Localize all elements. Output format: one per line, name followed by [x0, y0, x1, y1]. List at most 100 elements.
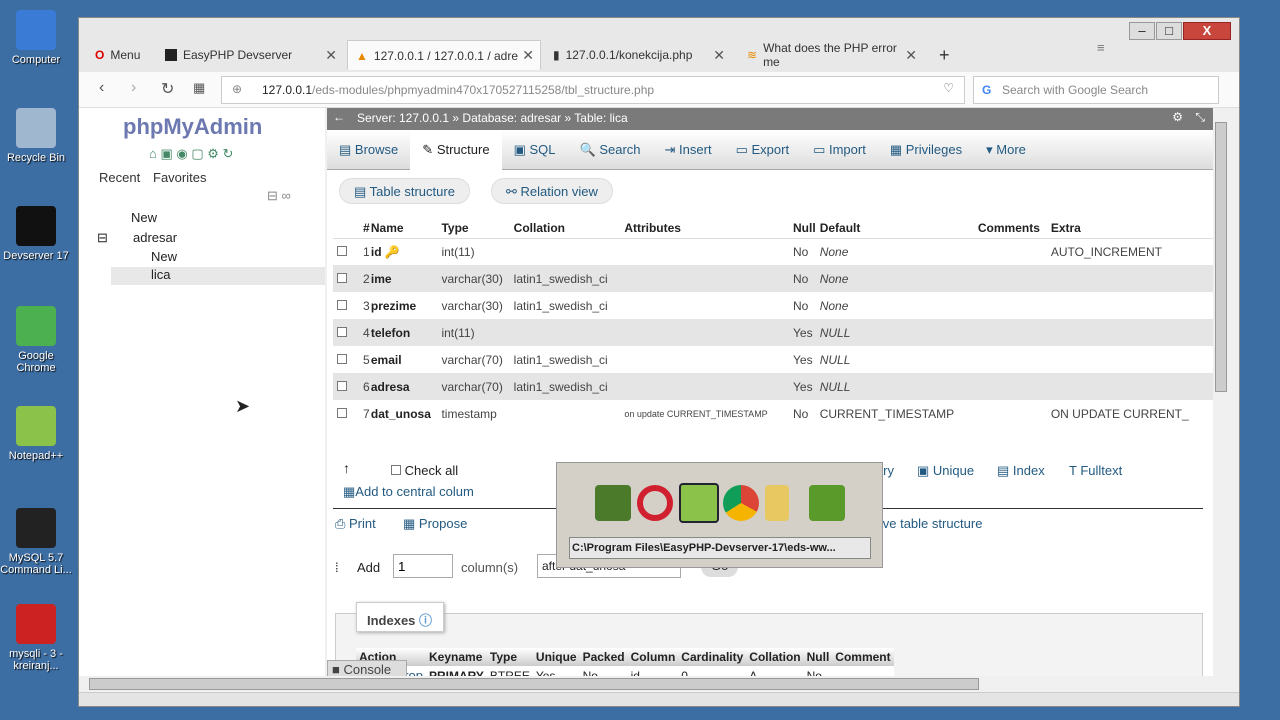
add-count-input[interactable]: [393, 554, 453, 578]
new-tab-button[interactable]: +: [931, 40, 958, 70]
print-button[interactable]: ⎙ Print: [335, 516, 376, 532]
stackoverflow-icon: ≋: [747, 48, 758, 62]
column-header[interactable]: Name: [370, 218, 442, 239]
tree-item-new[interactable]: New: [131, 210, 157, 225]
chrome-icon[interactable]: [723, 485, 759, 521]
tab-search[interactable]: 🔍 Search: [568, 130, 653, 170]
horizontal-scrollbar[interactable]: [79, 676, 1213, 692]
tab-stackoverflow[interactable]: ≋ What does the PHP error me ✕: [739, 40, 923, 70]
desktop-icon[interactable]: Devserver 17: [0, 206, 72, 262]
cell: 5: [363, 346, 371, 373]
cell: [1050, 292, 1213, 319]
row-checkbox[interactable]: [337, 407, 347, 418]
cell: No: [793, 400, 820, 427]
recycle-bin-icon: [16, 108, 56, 148]
tab-phpmyadmin[interactable]: ▲ 127.0.0.1 / 127.0.0.1 / adre ✕: [347, 40, 541, 70]
column-header[interactable]: Null: [793, 218, 820, 239]
column-header[interactable]: Collation: [513, 218, 625, 239]
vertical-scrollbar[interactable]: [1213, 108, 1229, 676]
row-checkbox[interactable]: [337, 326, 347, 337]
recent-button[interactable]: Recent: [99, 170, 140, 185]
desktop-icon[interactable]: Recycle Bin: [0, 108, 72, 164]
desktop-icon[interactable]: mysqli - 3 - kreiranj...: [0, 604, 72, 672]
column-header[interactable]: #: [363, 218, 371, 239]
close-window-button[interactable]: X: [1183, 22, 1231, 40]
close-icon[interactable]: ✕: [713, 47, 725, 64]
column-header[interactable]: Attributes: [624, 218, 794, 239]
tree-item-new-table[interactable]: New: [151, 249, 177, 264]
tab-more[interactable]: ▾ More: [974, 130, 1038, 170]
cell: 1: [363, 238, 371, 265]
maximize-button[interactable]: □: [1156, 22, 1182, 40]
checkbox[interactable]: [391, 465, 401, 475]
opera-menu-button[interactable]: O Menu: [87, 40, 148, 70]
search-input[interactable]: G Search with Google Search: [973, 76, 1219, 104]
speed-dial-icon[interactable]: ▦: [193, 80, 205, 96]
propose-button[interactable]: ▦ Propose: [403, 516, 467, 532]
cell: CURRENT_TIMESTAMP: [819, 400, 978, 427]
cell: None: [819, 292, 978, 319]
tab-privileges[interactable]: ▦ Privileges: [878, 130, 974, 170]
forward-icon[interactable]: ›: [131, 79, 136, 97]
easyphp-icon: [16, 206, 56, 246]
nav-toolbar-icons[interactable]: ⌂ ▣ ◉ ▢ ⚙ ↻: [149, 146, 233, 162]
help-icon[interactable]: ⓘ: [419, 613, 432, 628]
collapse-icon[interactable]: ⊟ ∞: [267, 188, 291, 204]
desktop-icon[interactable]: MySQL 5.7 Command Li...: [0, 508, 72, 576]
row-checkbox[interactable]: [337, 380, 347, 391]
favorites-button[interactable]: Favorites: [153, 170, 206, 185]
tab-import[interactable]: ▭ Import: [801, 130, 878, 170]
relation-view-button[interactable]: ⚯ Relation view: [491, 178, 613, 204]
cell: telefon: [370, 319, 442, 346]
desktop-icon[interactable]: Google Chrome: [0, 306, 72, 374]
column-header[interactable]: Extra: [1050, 218, 1213, 239]
check-all[interactable]: Check all: [391, 463, 458, 478]
tab-export[interactable]: ▭ Export: [724, 130, 802, 170]
tab-easyphp[interactable]: EasyPHP Devserver ✕: [157, 40, 343, 70]
heart-icon[interactable]: ♡: [943, 81, 954, 95]
fulltext-button[interactable]: T Fulltext: [1069, 463, 1122, 478]
tab-sql[interactable]: ▣ SQL: [502, 130, 568, 170]
row-checkbox[interactable]: [337, 353, 347, 364]
reload-icon[interactable]: ↻: [161, 79, 174, 99]
row-checkbox[interactable]: [337, 272, 347, 283]
desktop-icon[interactable]: Computer: [0, 10, 72, 66]
tree-item-adresar[interactable]: adresar: [133, 230, 177, 245]
breadcrumb-server[interactable]: Server: 127.0.0.1: [357, 111, 449, 125]
expand-icon[interactable]: ⊟: [97, 230, 108, 246]
table-structure-button[interactable]: ▤ Table structure: [339, 178, 470, 204]
back-arrow-icon[interactable]: ←: [333, 110, 345, 124]
breadcrumb-database[interactable]: Database: adresar: [462, 111, 561, 125]
camtasia-recorder-icon[interactable]: [809, 485, 845, 521]
unique-button[interactable]: ▣ Unique: [917, 463, 974, 479]
row-checkbox[interactable]: [337, 245, 347, 256]
tab-menu-icon[interactable]: ≡: [1097, 40, 1105, 55]
collapse-icon[interactable]: ⤡: [1195, 110, 1205, 125]
close-icon[interactable]: ✕: [522, 47, 534, 64]
opera-icon[interactable]: [637, 485, 673, 521]
row-checkbox[interactable]: [337, 299, 347, 310]
column-header[interactable]: Default: [819, 218, 978, 239]
minimize-button[interactable]: –: [1129, 22, 1155, 40]
console-button[interactable]: ■ Console: [327, 660, 407, 676]
back-icon[interactable]: ‹: [99, 79, 104, 97]
column-header[interactable]: Comments: [977, 218, 1051, 239]
breadcrumb-table[interactable]: Table: lica: [574, 111, 627, 125]
close-icon[interactable]: ✕: [905, 47, 917, 64]
notepadpp-icon[interactable]: [679, 483, 719, 523]
tree-item-lica[interactable]: lica: [111, 267, 325, 285]
settings-icon[interactable]: ⚙: [1172, 110, 1183, 124]
add-central-columns-button[interactable]: ▦Add to central colum: [343, 484, 474, 500]
tab-konekcija[interactable]: ▮ 127.0.0.1/konekcija.php ✕: [545, 40, 731, 70]
cell: int(11): [441, 238, 514, 265]
tab-insert[interactable]: ⇥ Insert: [653, 130, 724, 170]
url-input[interactable]: ⊕ 127.0.0.1/eds-modules/phpmyadmin470x170…: [221, 76, 965, 104]
close-icon[interactable]: ✕: [325, 47, 337, 64]
folder-icon[interactable]: [765, 485, 789, 521]
column-header[interactable]: Type: [441, 218, 514, 239]
camtasia-icon[interactable]: [595, 485, 631, 521]
index-button[interactable]: ▤ Index: [997, 463, 1045, 479]
desktop-icon[interactable]: Notepad++: [0, 406, 72, 462]
tab-browse[interactable]: ▤ Browse: [327, 130, 410, 170]
tab-structure[interactable]: ✎ Structure: [410, 130, 502, 170]
